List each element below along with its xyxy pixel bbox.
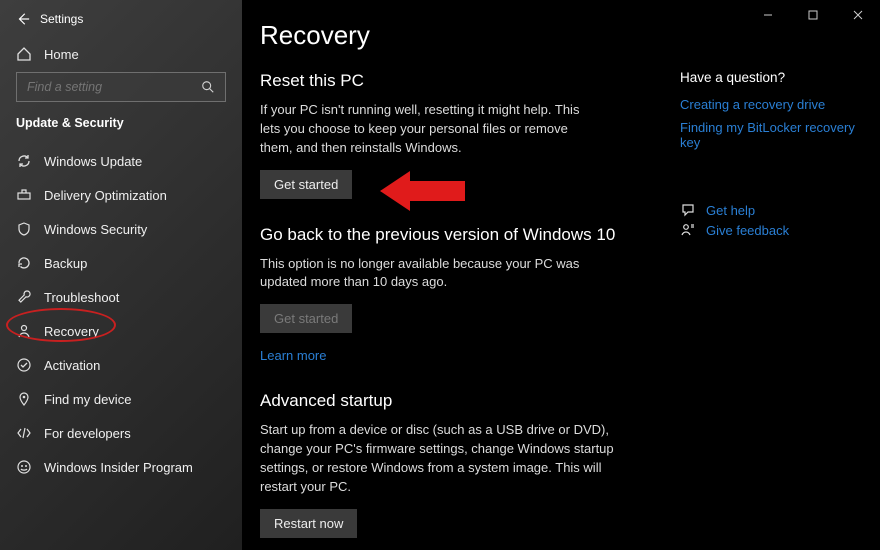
page-title: Recovery (260, 20, 668, 51)
advanced-startup-section: Advanced startup Start up from a device … (260, 391, 668, 537)
sidebar-item-for-developers[interactable]: For developers (0, 416, 242, 450)
restart-now-button[interactable]: Restart now (260, 509, 357, 538)
content-column: Recovery Reset this PC If your PC isn't … (242, 0, 680, 550)
link-bitlocker-key[interactable]: Finding my BitLocker recovery key (680, 120, 864, 150)
goback-get-started-button: Get started (260, 304, 352, 333)
close-button[interactable] (835, 0, 880, 30)
window-controls (745, 0, 880, 30)
sidebar-item-label: Find my device (44, 392, 131, 407)
sidebar-item-find-my-device[interactable]: Find my device (0, 382, 242, 416)
check-circle-icon (16, 357, 32, 373)
sidebar-item-activation[interactable]: Activation (0, 348, 242, 382)
sidebar-item-backup[interactable]: Backup (0, 246, 242, 280)
reset-body: If your PC isn't running well, resetting… (260, 101, 590, 158)
sidebar-item-label: Windows Update (44, 154, 142, 169)
sidebar-item-label: Activation (44, 358, 100, 373)
home-icon (16, 46, 32, 62)
maximize-button[interactable] (790, 0, 835, 30)
goback-heading: Go back to the previous version of Windo… (260, 225, 668, 245)
right-column: Have a question? Creating a recovery dri… (680, 0, 880, 550)
settings-sidebar: Settings Home Update & Security Windows … (0, 0, 242, 550)
sidebar-item-label: Backup (44, 256, 87, 271)
delivery-icon (16, 187, 32, 203)
sidebar-item-windows-update[interactable]: Windows Update (0, 144, 242, 178)
developers-icon (16, 425, 32, 441)
sidebar-category: Update & Security (0, 116, 242, 140)
help-icon (680, 202, 696, 218)
sidebar-item-delivery-optimization[interactable]: Delivery Optimization (0, 178, 242, 212)
give-feedback-link[interactable]: Give feedback (706, 223, 789, 238)
learn-more-link[interactable]: Learn more (260, 348, 326, 363)
feedback-icon (680, 222, 696, 238)
window-title: Settings (40, 12, 83, 26)
advanced-body: Start up from a device or disc (such as … (260, 421, 620, 496)
sidebar-nav: Windows Update Delivery Optimization Win… (0, 140, 242, 484)
give-feedback-row[interactable]: Give feedback (680, 222, 864, 238)
sidebar-item-label: For developers (44, 426, 131, 441)
insider-icon (16, 459, 32, 475)
main-area: Recovery Reset this PC If your PC isn't … (242, 0, 880, 550)
search-input[interactable] (27, 80, 197, 94)
reset-heading: Reset this PC (260, 71, 668, 91)
have-question-title: Have a question? (680, 70, 864, 85)
sidebar-item-label: Delivery Optimization (44, 188, 167, 203)
sidebar-item-label: Windows Insider Program (44, 460, 193, 475)
location-icon (16, 391, 32, 407)
annotation-arrow (380, 166, 470, 216)
get-help-link[interactable]: Get help (706, 203, 755, 218)
goback-body: This option is no longer available becau… (260, 255, 590, 293)
sidebar-item-troubleshoot[interactable]: Troubleshoot (0, 280, 242, 314)
reset-get-started-button[interactable]: Get started (260, 170, 352, 199)
reset-pc-section: Reset this PC If your PC isn't running w… (260, 71, 668, 199)
get-help-row[interactable]: Get help (680, 202, 864, 218)
sidebar-item-label: Recovery (44, 324, 99, 339)
shield-icon (16, 221, 32, 237)
go-back-section: Go back to the previous version of Windo… (260, 225, 668, 366)
backup-icon (16, 255, 32, 271)
advanced-heading: Advanced startup (260, 391, 668, 411)
link-recovery-drive[interactable]: Creating a recovery drive (680, 97, 864, 112)
sidebar-home-label: Home (44, 47, 79, 62)
sidebar-home[interactable]: Home (0, 36, 242, 72)
back-icon[interactable] (16, 12, 30, 26)
recovery-icon (16, 323, 32, 339)
sidebar-item-label: Windows Security (44, 222, 147, 237)
search-box[interactable] (16, 72, 226, 102)
sidebar-item-label: Troubleshoot (44, 290, 119, 305)
sync-icon (16, 153, 32, 169)
sidebar-item-windows-insider[interactable]: Windows Insider Program (0, 450, 242, 484)
minimize-button[interactable] (745, 0, 790, 30)
wrench-icon (16, 289, 32, 305)
search-icon (201, 80, 215, 94)
sidebar-item-windows-security[interactable]: Windows Security (0, 212, 242, 246)
sidebar-item-recovery[interactable]: Recovery (0, 314, 242, 348)
